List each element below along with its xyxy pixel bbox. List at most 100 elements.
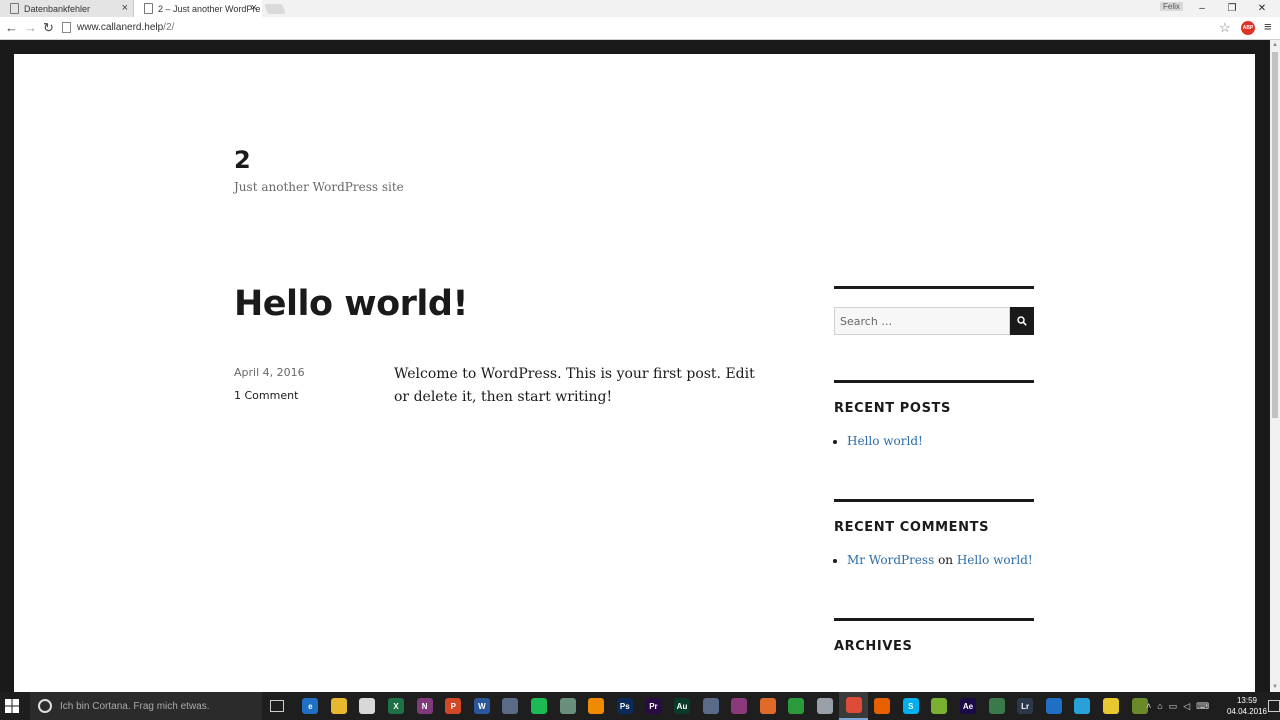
- file-explorer-taskbar-button[interactable]: [325, 692, 354, 720]
- adblock-icon[interactable]: ABP: [1241, 21, 1255, 35]
- app-15-icon: [702, 698, 719, 714]
- chevron-up-icon[interactable]: ˄: [1146, 701, 1151, 711]
- back-arrow-icon[interactable]: ←: [5, 20, 18, 36]
- page-viewport: 2 Just another WordPress site Hello worl…: [0, 40, 1270, 692]
- search-input[interactable]: [834, 307, 1010, 335]
- search-widget: [834, 286, 1034, 335]
- system-tray: ˄ ⌂ ▭ ◁ ⌨: [1146, 692, 1209, 720]
- lightroom-taskbar-button[interactable]: Lr: [1011, 692, 1040, 720]
- network-icon[interactable]: ⌂: [1157, 701, 1162, 711]
- forward-arrow-icon[interactable]: →: [24, 20, 37, 36]
- after-effects-taskbar-button[interactable]: Ae: [954, 692, 983, 720]
- skype-icon: S: [902, 698, 919, 714]
- tab-wordpress-site[interactable]: 2 – Just another WordPre ×: [134, 0, 262, 17]
- onenote-icon: N: [416, 698, 433, 714]
- scroll-up-icon[interactable]: ▲: [1272, 42, 1278, 48]
- app-29-taskbar-button[interactable]: [1097, 692, 1126, 720]
- close-window-button[interactable]: ✕: [1247, 0, 1277, 17]
- app-18-taskbar-button[interactable]: [782, 692, 811, 720]
- app-19-taskbar-button[interactable]: [811, 692, 840, 720]
- taskbar: Ich bin Cortana. Frag mich etwas. e XNPW P…: [0, 692, 1280, 720]
- site-title[interactable]: 2: [234, 146, 251, 174]
- photoshop-taskbar-button[interactable]: Ps: [611, 692, 640, 720]
- page-info-icon[interactable]: [62, 22, 71, 33]
- widget-divider: [834, 618, 1034, 621]
- app-28-taskbar-button[interactable]: [1068, 692, 1097, 720]
- app-8-icon: [502, 698, 519, 714]
- comment-post-link[interactable]: Hello world!: [957, 553, 1033, 567]
- store-taskbar-button[interactable]: [353, 692, 382, 720]
- comment-author-link[interactable]: Mr WordPress: [847, 553, 934, 567]
- post-content: Welcome to WordPress. This is your first…: [394, 366, 755, 405]
- search-icon: [1017, 316, 1027, 326]
- new-tab-button[interactable]: [264, 4, 286, 14]
- comments-link[interactable]: 1 Comment: [234, 389, 298, 402]
- recent-post-link[interactable]: Hello world!: [847, 434, 923, 448]
- post-date[interactable]: April 4, 2016: [234, 366, 305, 379]
- vlc-taskbar-button[interactable]: [582, 692, 611, 720]
- reload-icon[interactable]: ↻: [43, 20, 54, 36]
- profile-badge[interactable]: Felix: [1160, 2, 1183, 11]
- onenote-taskbar-button[interactable]: N: [410, 692, 439, 720]
- app-15-taskbar-button[interactable]: [696, 692, 725, 720]
- app-23-taskbar-button[interactable]: [925, 692, 954, 720]
- powerpoint-taskbar-button[interactable]: P: [439, 692, 468, 720]
- browser-menu-icon[interactable]: ≡: [1264, 19, 1272, 34]
- audition-icon: Au: [674, 698, 691, 714]
- edge-taskbar-button[interactable]: e: [296, 692, 325, 720]
- scrollbar-thumb[interactable]: [1272, 52, 1278, 418]
- tab-label: Datenbankfehler: [24, 3, 91, 14]
- recent-comments-title: RECENT COMMENTS: [834, 520, 990, 535]
- tab-datenbankfehler[interactable]: Datenbankfehler ×: [0, 0, 134, 17]
- cortana-search-box[interactable]: Ich bin Cortana. Frag mich etwas.: [30, 692, 262, 720]
- app-18-icon: [788, 698, 805, 714]
- firefox-taskbar-button[interactable]: [868, 692, 897, 720]
- search-button[interactable]: [1010, 307, 1034, 335]
- keyboard-icon[interactable]: ⌨: [1196, 701, 1209, 712]
- app-17-icon: [759, 698, 776, 714]
- app-25-taskbar-button[interactable]: [982, 692, 1011, 720]
- volume-icon[interactable]: ◁: [1183, 701, 1190, 712]
- close-tab-icon[interactable]: ×: [122, 2, 128, 14]
- app-27-icon: [1045, 698, 1062, 714]
- app-17-taskbar-button[interactable]: [754, 692, 783, 720]
- excel-taskbar-button[interactable]: X: [382, 692, 411, 720]
- word-taskbar-button[interactable]: W: [468, 692, 497, 720]
- app-19-icon: [816, 698, 833, 714]
- sidebar: RECENT POSTS Hello world! RECENT COMMENT…: [834, 286, 1034, 654]
- app-29-icon: [1102, 698, 1119, 714]
- windows-start-icon[interactable]: [4, 698, 20, 714]
- powerpoint-icon: P: [445, 698, 462, 714]
- action-center-icon[interactable]: [1268, 700, 1280, 712]
- skype-taskbar-button[interactable]: S: [896, 692, 925, 720]
- audition-taskbar-button[interactable]: Au: [668, 692, 697, 720]
- app-10-taskbar-button[interactable]: [553, 692, 582, 720]
- task-view-icon[interactable]: [270, 700, 284, 712]
- chrome-taskbar-button[interactable]: [839, 692, 868, 720]
- app-16-taskbar-button[interactable]: [725, 692, 754, 720]
- app-27-taskbar-button[interactable]: [1039, 692, 1068, 720]
- app-16-icon: [731, 698, 748, 714]
- firefox-icon: [874, 698, 891, 714]
- after-effects-icon: Ae: [959, 698, 976, 714]
- spotify-taskbar-button[interactable]: [525, 692, 554, 720]
- app-8-taskbar-button[interactable]: [496, 692, 525, 720]
- file-explorer-icon: [330, 698, 347, 714]
- site-container: 2 Just another WordPress site Hello worl…: [14, 54, 1255, 692]
- scroll-down-icon[interactable]: ▼: [1272, 684, 1278, 690]
- page-scrollbar[interactable]: ▲ ▼: [1270, 40, 1280, 692]
- bookmark-star-icon[interactable]: ☆: [1219, 20, 1231, 36]
- minimize-button[interactable]: –: [1187, 0, 1217, 17]
- store-icon: [359, 698, 376, 714]
- chrome-icon: [845, 697, 862, 713]
- taskbar-clock[interactable]: 13:59 04.04.2016: [1226, 695, 1268, 717]
- post-title[interactable]: Hello world!: [234, 284, 468, 324]
- battery-icon[interactable]: ▭: [1169, 701, 1178, 712]
- premiere-taskbar-button[interactable]: Pr: [639, 692, 668, 720]
- url-path: /2/: [163, 22, 175, 33]
- close-tab-icon[interactable]: ×: [251, 2, 257, 14]
- address-bar[interactable]: www.callanerd.help/2/: [62, 19, 1238, 36]
- restore-button[interactable]: ❐: [1217, 0, 1247, 17]
- widget-divider: [834, 380, 1034, 383]
- clock-date: 04.04.2016: [1226, 707, 1268, 716]
